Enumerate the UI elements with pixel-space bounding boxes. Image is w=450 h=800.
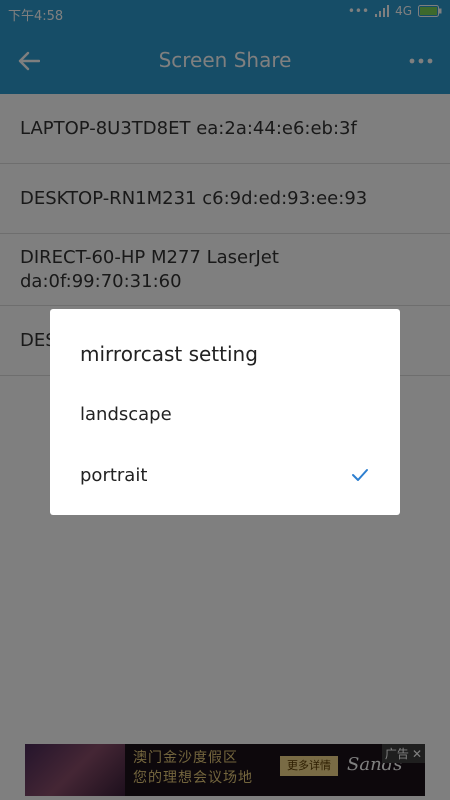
option-label: landscape	[80, 404, 172, 425]
option-portrait[interactable]: portrait	[50, 451, 400, 501]
option-landscape[interactable]: landscape	[50, 390, 400, 440]
checkmark-icon	[352, 469, 368, 481]
dialog-title: mirrorcast setting	[80, 342, 258, 366]
mirrorcast-setting-dialog: mirrorcast setting landscape portrait	[50, 309, 400, 515]
option-label: portrait	[80, 465, 148, 486]
